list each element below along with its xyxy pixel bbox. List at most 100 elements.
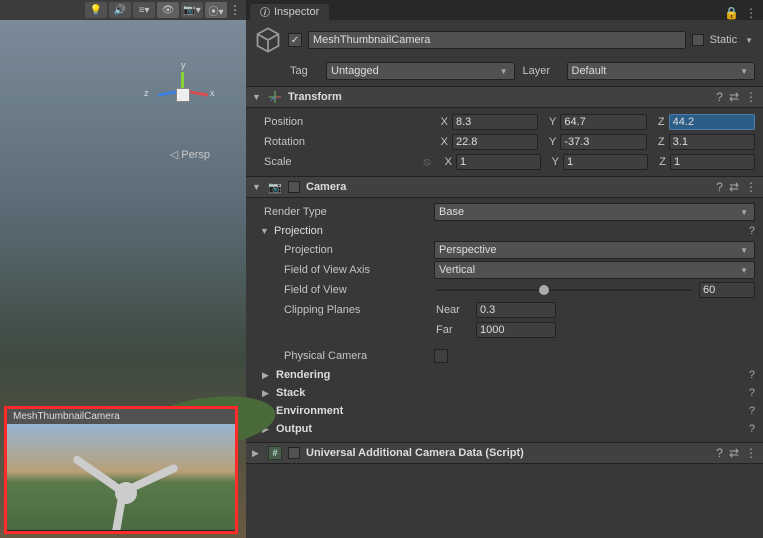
light-toggle-button[interactable]: 💡 <box>85 2 107 18</box>
fov-axis-dropdown[interactable]: Vertical▼ <box>434 261 755 279</box>
camera-title: Camera <box>306 181 710 193</box>
transform-header[interactable]: ▼ Transform ? ⇄ ⋮ <box>246 86 763 108</box>
physical-camera-checkbox[interactable] <box>434 349 448 363</box>
render-type-label: Render Type <box>254 206 430 218</box>
chevron-down-icon: ▼ <box>738 67 750 76</box>
scene-toolbar: 💡 🔊 ≡▾ 👁 📷▾ ⦿▾ ⋮ <box>0 0 246 20</box>
gizmo-label-z: z <box>144 88 149 98</box>
additional-camera-header[interactable]: ▶ # Universal Additional Camera Data (Sc… <box>246 442 763 464</box>
help-icon[interactable]: ? <box>716 90 723 104</box>
physical-camera-label: Physical Camera <box>254 350 430 362</box>
inspector-menu-icon[interactable]: ⋮ <box>745 6 757 20</box>
near-label: Near <box>436 304 470 316</box>
near-input[interactable]: 0.3 <box>476 302 556 318</box>
output-foldout[interactable]: ▶Output? <box>254 420 755 438</box>
preset-icon[interactable]: ⇄ <box>729 180 739 194</box>
gameobject-icon[interactable] <box>254 26 282 54</box>
camera-preview-image <box>7 424 235 530</box>
rotation-x-input[interactable]: 22.8 <box>452 134 538 150</box>
help-icon[interactable]: ? <box>716 446 723 460</box>
help-icon[interactable]: ? <box>716 180 723 194</box>
info-icon: i <box>260 7 270 17</box>
camera-enabled-checkbox[interactable] <box>288 181 300 193</box>
additional-enabled-checkbox[interactable] <box>288 447 300 459</box>
fov-slider[interactable] <box>436 283 693 297</box>
scene-menu-button[interactable]: ⋮ <box>229 3 242 17</box>
axis-x-label: X <box>434 116 448 128</box>
rotation-y-input[interactable]: -37.3 <box>560 134 646 150</box>
audio-toggle-button[interactable]: 🔊 <box>109 2 131 18</box>
projection-dropdown[interactable]: Perspective▼ <box>434 241 755 259</box>
inspector-tab-bar: i Inspector 🔒 ⋮ <box>246 0 763 20</box>
component-menu-icon[interactable]: ⋮ <box>745 90 757 104</box>
tag-label: Tag <box>290 65 318 77</box>
fov-value-input[interactable]: 60 <box>699 282 755 298</box>
scene-viewport[interactable]: y x z ◁ Persp MeshThumbnailCamera <box>0 20 246 538</box>
gizmo-x-axis[interactable] <box>190 90 208 96</box>
position-x-input[interactable]: 8.3 <box>452 114 538 130</box>
static-dropdown-icon[interactable]: ▼ <box>743 36 755 45</box>
chevron-down-icon: ▼ <box>498 67 510 76</box>
position-y-input[interactable]: 64.7 <box>560 114 646 130</box>
enabled-checkbox[interactable]: ✓ <box>288 33 302 47</box>
projection-foldout[interactable]: ▼ Projection ? <box>254 222 755 240</box>
camera-dropdown-button[interactable]: 📷▾ <box>181 2 203 18</box>
inspector-panel: i Inspector 🔒 ⋮ ✓ MeshThumbnailCamera St… <box>246 0 763 538</box>
stack-foldout[interactable]: ▶Stack? <box>254 384 755 402</box>
scale-z-input[interactable]: 1 <box>670 154 755 170</box>
projection-mode-label[interactable]: ◁ Persp <box>170 148 210 161</box>
layer-dropdown[interactable]: Default▼ <box>567 62 756 80</box>
transform-title: Transform <box>288 91 710 103</box>
position-z-input[interactable]: 44.2 <box>669 114 755 130</box>
gizmo-label-x: x <box>210 88 215 98</box>
tab-inspector[interactable]: i Inspector <box>250 4 329 20</box>
layer-label: Layer <box>523 65 559 77</box>
foldout-closed-icon: ▶ <box>252 448 262 459</box>
lock-icon[interactable]: 🔒 <box>724 6 739 20</box>
gizmo-cube[interactable] <box>176 88 190 102</box>
axis-y-label: Y <box>542 116 556 128</box>
position-label: Position <box>254 116 430 128</box>
environment-foldout[interactable]: ▶Environment? <box>254 402 755 420</box>
scene-view: 💡 🔊 ≡▾ 👁 📷▾ ⦿▾ ⋮ y x z ◁ Persp MeshThumb… <box>0 0 246 538</box>
rotation-z-input[interactable]: 3.1 <box>669 134 755 150</box>
scale-label: Scale <box>254 156 416 168</box>
gizmo-label-y: y <box>181 60 186 70</box>
projection-header-label: Projection <box>274 225 745 237</box>
fx-dropdown-button[interactable]: ≡▾ <box>133 2 155 18</box>
foldout-open-icon: ▼ <box>252 182 262 192</box>
object-header: ✓ MeshThumbnailCamera Static ▼ <box>246 20 763 60</box>
rotation-label: Rotation <box>254 136 430 148</box>
transform-section: Position X 8.3 Y 64.7 Z 44.2 Rotation X … <box>246 108 763 176</box>
help-icon[interactable]: ? <box>749 225 755 237</box>
script-icon: # <box>268 446 282 460</box>
static-checkbox[interactable] <box>692 34 704 46</box>
render-type-dropdown[interactable]: Base▼ <box>434 203 755 221</box>
constrain-scale-icon[interactable]: ⦸ <box>420 156 434 169</box>
preset-icon[interactable]: ⇄ <box>729 90 739 104</box>
foldout-open-icon: ▼ <box>252 92 262 102</box>
tag-layer-row: Tag Untagged▼ Layer Default▼ <box>246 60 763 86</box>
axis-z-label: Z <box>651 116 665 128</box>
gizmo-z-axis[interactable] <box>158 90 176 96</box>
turbine-shape <box>77 464 167 530</box>
scale-y-input[interactable]: 1 <box>563 154 648 170</box>
object-name-input[interactable]: MeshThumbnailCamera <box>308 31 686 49</box>
rendering-foldout[interactable]: ▶Rendering? <box>254 366 755 384</box>
visibility-toggle-button[interactable]: 👁 <box>157 2 179 18</box>
orientation-gizmo[interactable]: y x z <box>148 60 218 130</box>
fov-label: Field of View <box>254 284 430 296</box>
far-input[interactable]: 1000 <box>476 322 556 338</box>
component-menu-icon[interactable]: ⋮ <box>745 180 757 194</box>
component-menu-icon[interactable]: ⋮ <box>745 446 757 460</box>
additional-camera-title: Universal Additional Camera Data (Script… <box>306 447 710 459</box>
tag-dropdown[interactable]: Untagged▼ <box>326 62 515 80</box>
static-label: Static <box>710 34 738 46</box>
gizmo-dropdown-button[interactable]: ⦿▾ <box>205 2 227 18</box>
preset-icon[interactable]: ⇄ <box>729 446 739 460</box>
clipping-planes-label: Clipping Planes <box>254 304 430 316</box>
scale-x-input[interactable]: 1 <box>456 154 541 170</box>
camera-header[interactable]: ▼ 📷 Camera ? ⇄ ⋮ <box>246 176 763 198</box>
slider-thumb[interactable] <box>539 285 549 295</box>
inspector-tab-label: Inspector <box>274 6 319 18</box>
